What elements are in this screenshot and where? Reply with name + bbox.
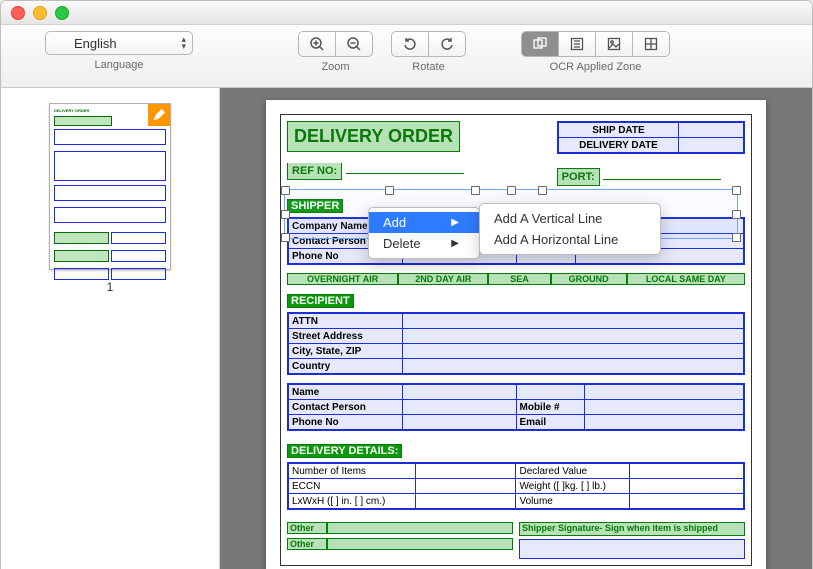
ship-opt-ground: GROUND xyxy=(551,273,627,285)
recipient-country: Country xyxy=(288,359,402,375)
recipient-email: Email xyxy=(516,415,584,431)
ship-date-label: SHIP DATE xyxy=(558,122,679,138)
rotate-label: Rotate xyxy=(412,61,444,73)
other2-label: Other xyxy=(287,538,327,550)
document-page[interactable]: DELIVERY ORDER REF NO: SHIP DATE DELIVER… xyxy=(266,100,766,569)
context-submenu-add[interactable]: Add A Vertical Line Add A Horizontal Lin… xyxy=(479,203,661,255)
delivery-details-table: Number of Items Declared Value ECCN Weig… xyxy=(287,462,745,510)
context-add-vertical-line[interactable]: Add A Vertical Line xyxy=(480,208,660,229)
date-table: SHIP DATE DELIVERY DATE xyxy=(557,121,745,154)
recipient-mobile: Mobile # xyxy=(516,400,584,415)
ocr-zone-mode1-button[interactable] xyxy=(521,31,559,57)
context-menu-add[interactable]: Add ▶ xyxy=(369,212,479,233)
language-label: Language xyxy=(95,59,144,71)
shipper-signature-label: Shipper Signature- Sign when item is shi… xyxy=(519,522,745,536)
updown-icon: ▴▾ xyxy=(181,36,186,50)
recipient-city: City, State, ZIP xyxy=(288,344,402,359)
zone-select-icon xyxy=(532,36,548,52)
other1-label: Other xyxy=(287,522,327,534)
ship-opt-local: LOCAL SAME DAY xyxy=(627,273,745,285)
port-label: PORT: xyxy=(557,168,600,186)
other2-blank xyxy=(327,538,513,550)
delivery-date-label: DELIVERY DATE xyxy=(558,138,679,154)
zone-table-icon xyxy=(643,36,659,52)
rotate-left-button[interactable] xyxy=(391,31,429,57)
zoom-in-button[interactable] xyxy=(298,31,336,57)
dd-num-items: Number of Items xyxy=(288,463,416,479)
ocr-zone-mode2-button[interactable] xyxy=(559,31,596,57)
zone-image-icon xyxy=(606,36,622,52)
page-thumbnail-1[interactable]: DELIVERY ORDER xyxy=(49,103,171,270)
port-blank xyxy=(603,162,721,180)
language-selected-value: English xyxy=(74,36,117,51)
context-menu[interactable]: Add ▶ Delete ▶ Add A Vertical Line Add A… xyxy=(368,207,480,259)
context-menu-delete[interactable]: Delete ▶ xyxy=(369,233,479,254)
ref-no-label: REF NO: xyxy=(287,163,342,180)
language-select[interactable]: English ▴▾ xyxy=(45,31,193,55)
dd-declared: Declared Value xyxy=(516,463,630,479)
ref-no-blank xyxy=(346,156,464,174)
other1-blank xyxy=(327,522,513,534)
zoom-label: Zoom xyxy=(321,61,349,73)
ocr-zone-mode4-button[interactable] xyxy=(633,31,670,57)
rotate-right-icon xyxy=(439,36,455,52)
zoom-in-icon xyxy=(309,36,325,52)
rotate-right-button[interactable] xyxy=(429,31,466,57)
thumbnail-page-number: 1 xyxy=(107,280,114,294)
recipient-contact-table: Name Contact Person Mobile # Phone No xyxy=(287,383,745,431)
delivery-details-heading: DELIVERY DETAILS: xyxy=(287,444,402,458)
recipient-heading: RECIPIENT xyxy=(287,294,354,308)
canvas-area[interactable]: DELIVERY ORDER REF NO: SHIP DATE DELIVER… xyxy=(220,88,812,569)
recipient-attn: ATTN xyxy=(288,313,402,329)
recipient-phone: Phone No xyxy=(288,415,402,431)
toolbar: English ▴▾ Language Zoom xyxy=(1,25,812,88)
rotate-left-icon xyxy=(402,36,418,52)
dd-eccn: ECCN xyxy=(288,479,416,494)
sidebar-thumbnails: DELIVERY ORDER xyxy=(1,88,220,569)
ocr-zone-label: OCR Applied Zone xyxy=(550,61,642,73)
zone-text-icon xyxy=(569,36,585,52)
dd-volume: Volume xyxy=(516,494,630,510)
content-area: DELIVERY ORDER xyxy=(1,88,812,569)
recipient-street: Street Address xyxy=(288,329,402,344)
shipper-signature-box xyxy=(519,539,745,559)
dd-dims: LxWxH ([ ] in. [ ] cm.) xyxy=(288,494,416,510)
recipient-address-table: ATTN Street Address City, State, ZIP Cou… xyxy=(287,312,745,375)
recipient-name: Name xyxy=(288,384,402,400)
submenu-arrow-icon: ▶ xyxy=(451,217,459,228)
context-add-horizontal-line[interactable]: Add A Horizontal Line xyxy=(480,229,660,250)
zoom-out-icon xyxy=(346,36,362,52)
form-title: DELIVERY ORDER xyxy=(287,121,460,152)
titlebar xyxy=(1,1,812,25)
window-controls xyxy=(11,6,69,20)
zoom-out-button[interactable] xyxy=(336,31,373,57)
submenu-arrow-icon: ▶ xyxy=(451,238,459,249)
thumbnail-preview: DELIVERY ORDER xyxy=(54,108,166,265)
ship-opt-sea: SEA xyxy=(488,273,550,285)
dd-weight: Weight ([ ]kg. [ ] lb.) xyxy=(516,479,630,494)
close-window-button[interactable] xyxy=(11,6,25,20)
app-window: English ▴▾ Language Zoom xyxy=(0,0,813,569)
ocr-zone-mode3-button[interactable] xyxy=(596,31,633,57)
minimize-window-button[interactable] xyxy=(33,6,47,20)
zoom-window-button[interactable] xyxy=(55,6,69,20)
ship-opt-2day: 2ND DAY AIR xyxy=(398,273,488,285)
recipient-contact: Contact Person xyxy=(288,400,402,415)
ship-opt-overnight: OVERNIGHT AIR xyxy=(287,273,398,285)
